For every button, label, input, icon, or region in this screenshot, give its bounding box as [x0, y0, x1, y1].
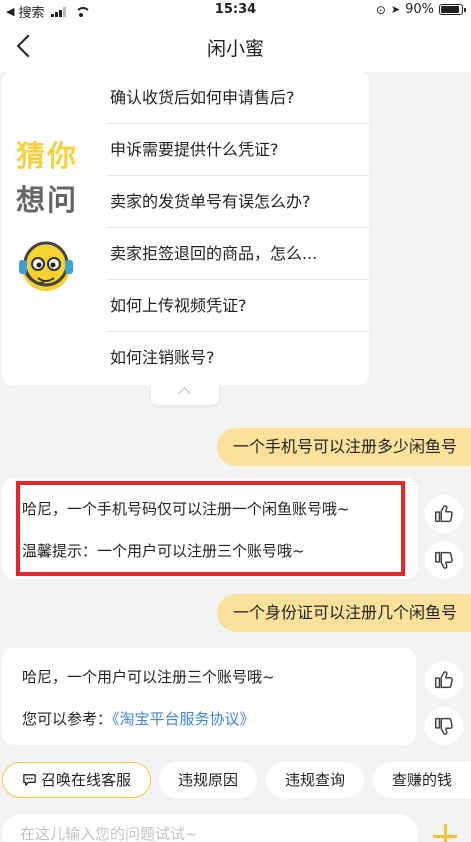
- faq-item[interactable]: 如何注销账号?: [106, 332, 369, 384]
- battery-icon: [439, 4, 466, 15]
- faq-item[interactable]: 卖家拒签退回的商品，怎么...: [106, 228, 369, 280]
- status-right: ⊙ ➤ 90%: [375, 2, 466, 17]
- guess-you-ask-label: 猜你 想问: [16, 134, 78, 222]
- thumbs-up-button[interactable]: [425, 661, 463, 699]
- shortcut-bar: 召唤在线客服 违规原因 违规查询 查赚的钱: [0, 762, 471, 800]
- location-icon: ➤: [390, 3, 401, 16]
- online-service-label: 召唤在线客服: [40, 771, 131, 789]
- reference-prefix: 您可以参考：: [22, 710, 113, 728]
- mascot-icon: [19, 241, 73, 291]
- guess-line-2: 想问: [16, 183, 79, 217]
- highlight-box: [16, 481, 405, 576]
- faq-list: 确认收货后如何申请售后? 申诉需要提供什么凭证? 卖家的发货单号有误怎么办? 卖…: [106, 72, 369, 384]
- chat-bubble-icon: [23, 774, 36, 786]
- bot-message: 哈尼，一个用户可以注册三个账号哦~ 您可以参考：《淘宝平台服务协议》: [2, 648, 416, 745]
- bot-message-line: 哈尼，一个用户可以注册三个账号哦~: [22, 668, 275, 686]
- shortcut-chip[interactable]: 违规原因: [159, 762, 257, 798]
- guess-line-1: 猜你: [16, 139, 79, 173]
- collapse-faq-toggle[interactable]: [151, 383, 219, 405]
- bot-reference: 您可以参考：《淘宝平台服务协议》: [22, 708, 255, 729]
- online-service-chip[interactable]: 召唤在线客服: [2, 762, 151, 798]
- faq-item[interactable]: 确认收货后如何申请售后?: [106, 72, 369, 124]
- thumbs-up-button[interactable]: [425, 495, 463, 533]
- thumbs-down-icon: [435, 717, 453, 735]
- thumbs-down-button[interactable]: [425, 707, 463, 745]
- faq-item[interactable]: 申诉需要提供什么凭证?: [106, 124, 369, 176]
- shortcut-chip[interactable]: 查赚的钱: [373, 762, 471, 798]
- page-title: 闲小蜜: [206, 38, 264, 60]
- question-input-wrapper: [2, 814, 418, 842]
- nav-bar: 闲小蜜: [0, 20, 471, 72]
- faq-item[interactable]: 如何上传视频凭证?: [106, 280, 369, 332]
- status-bar: ◀ 搜索 15:34 ⊙ ➤ 90%: [0, 0, 471, 21]
- input-bar: [0, 812, 471, 842]
- user-message: 一个手机号可以注册多少闲鱼号: [216, 428, 471, 466]
- plus-icon[interactable]: [427, 818, 463, 842]
- battery-percent: 90%: [405, 2, 434, 17]
- orientation-lock-icon: ⊙: [375, 2, 386, 17]
- thumbs-down-icon: [435, 551, 453, 569]
- faq-side-panel: 猜你 想问: [2, 72, 106, 385]
- faq-item[interactable]: 卖家的发货单号有误怎么办?: [106, 176, 369, 228]
- shortcut-chip[interactable]: 违规查询: [266, 762, 364, 798]
- thumbs-down-button[interactable]: [425, 541, 463, 579]
- faq-card: 猜你 想问 确认收货后如何申请售后? 申诉需要提供什么凭证? 卖家的发货单号有误…: [2, 72, 369, 385]
- thumbs-up-icon: [435, 505, 453, 523]
- thumbs-up-icon: [435, 671, 453, 689]
- user-message: 一个身份证可以注册几个闲鱼号: [216, 594, 471, 632]
- service-agreement-link[interactable]: 《淘宝平台服务协议》: [112, 710, 255, 728]
- question-input[interactable]: [2, 814, 418, 842]
